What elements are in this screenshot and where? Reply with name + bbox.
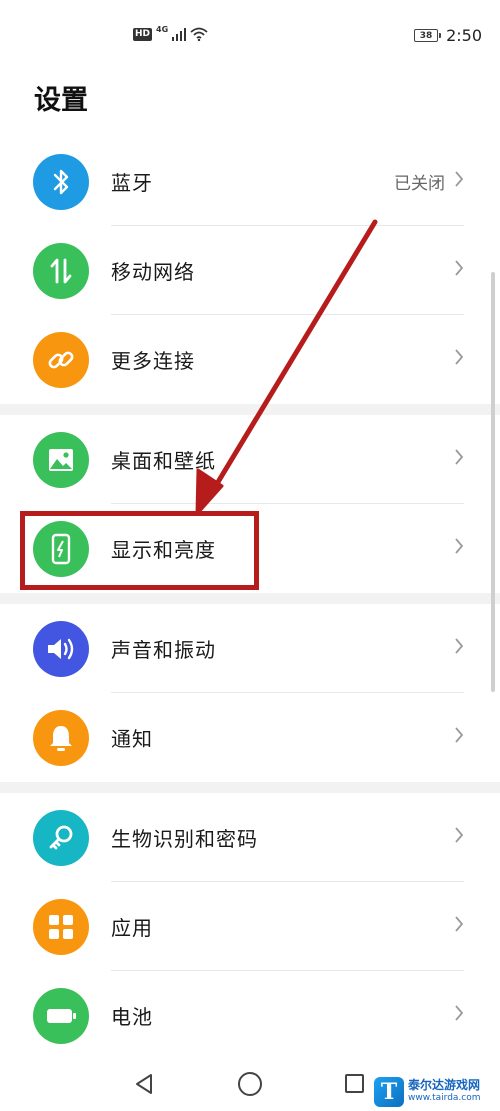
status-right: 38 2:50 — [414, 26, 482, 45]
settings-item-mobile-network[interactable]: 移动网络 — [0, 226, 500, 315]
chevron-right-icon — [455, 916, 464, 932]
highlight-box — [20, 511, 259, 590]
chevron-right-icon — [455, 349, 464, 365]
apps-grid-icon — [33, 899, 89, 955]
hd-voice-indicator: HD — [133, 27, 153, 41]
home-button[interactable] — [238, 1072, 262, 1096]
bell-icon — [33, 710, 89, 766]
settings-item-more-connections[interactable]: 更多连接 — [0, 315, 500, 404]
chevron-right-icon — [455, 638, 464, 654]
battery-icon — [33, 988, 89, 1044]
settings-item-notifications[interactable]: 通知 — [0, 693, 500, 782]
chevron-right-icon — [455, 171, 464, 187]
battery-indicator: 38 — [414, 29, 442, 42]
back-button[interactable] — [133, 1072, 155, 1096]
chevron-right-icon — [455, 827, 464, 843]
section-separator — [0, 404, 500, 415]
status-left: HD 4G — [133, 25, 208, 41]
watermark-url: www.tairda.com — [408, 1093, 481, 1103]
settings-item-label: 声音和振动 — [111, 638, 216, 662]
settings-item-label: 更多连接 — [111, 349, 195, 373]
settings-item-label: 桌面和壁纸 — [111, 449, 216, 473]
settings-item-desktop-wallpaper[interactable]: 桌面和壁纸 — [0, 415, 500, 504]
mobile-data-icon — [33, 243, 89, 299]
status-bar: HD 4G 38 2:50 — [0, 0, 500, 74]
clock: 2:50 — [446, 26, 482, 45]
settings-item-label: 移动网络 — [111, 260, 195, 284]
chevron-right-icon — [455, 1005, 464, 1021]
bluetooth-status-value: 已关闭 — [394, 174, 445, 194]
network-type-label: 4G — [156, 25, 169, 34]
chevron-right-icon — [455, 727, 464, 743]
watermark: T 泰尔达游戏网 www.tairda.com — [370, 1075, 485, 1109]
signal-strength-icon — [172, 27, 187, 41]
chevron-right-icon — [455, 538, 464, 554]
settings-item-label: 应用 — [111, 916, 153, 940]
settings-item-bluetooth[interactable]: 蓝牙 已关闭 — [0, 137, 500, 226]
section-separator — [0, 593, 500, 604]
wifi-icon — [190, 27, 208, 41]
settings-item-label: 蓝牙 — [111, 171, 153, 195]
chevron-right-icon — [455, 449, 464, 465]
settings-item-label: 生物识别和密码 — [111, 827, 258, 851]
settings-item-battery[interactable]: 电池 — [0, 971, 500, 1060]
volume-icon — [33, 621, 89, 677]
scrollbar[interactable] — [491, 272, 495, 692]
chevron-right-icon — [455, 260, 464, 276]
link-icon — [33, 332, 89, 388]
watermark-logo-icon: T — [374, 1077, 404, 1107]
settings-item-label: 通知 — [111, 727, 153, 751]
recent-apps-button[interactable] — [345, 1074, 364, 1093]
settings-item-label: 电池 — [111, 1005, 153, 1029]
bluetooth-icon — [33, 154, 89, 210]
page-title: 设置 — [34, 85, 88, 116]
wallpaper-icon — [33, 432, 89, 488]
settings-item-apps[interactable]: 应用 — [0, 882, 500, 971]
key-icon — [33, 810, 89, 866]
watermark-name: 泰尔达游戏网 — [408, 1078, 481, 1092]
settings-item-sound-vibration[interactable]: 声音和振动 — [0, 604, 500, 693]
settings-item-biometrics-password[interactable]: 生物识别和密码 — [0, 793, 500, 882]
section-separator — [0, 782, 500, 793]
